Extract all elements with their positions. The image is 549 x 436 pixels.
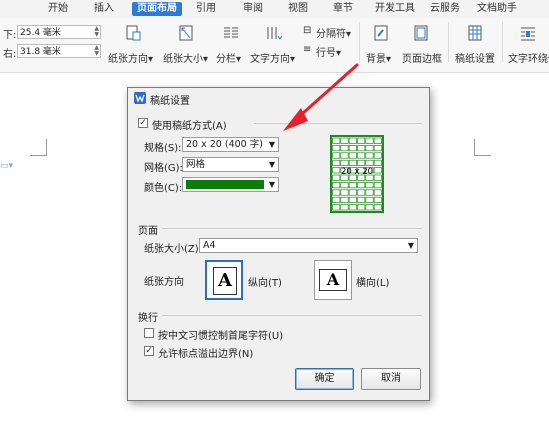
annotation-arrow (283, 63, 359, 131)
